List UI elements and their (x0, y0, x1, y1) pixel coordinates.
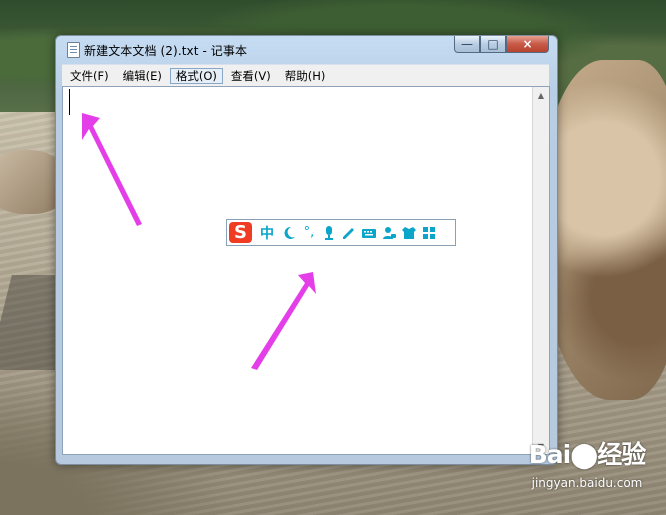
window-title: 新建文本文档 (2).txt - 记事本 (84, 44, 248, 58)
menu-view[interactable]: 查看(V) (225, 68, 277, 84)
watermark-logo: Bai⬤经验 (528, 440, 646, 469)
menu-help[interactable]: 帮助(H) (279, 68, 332, 84)
scroll-up-icon[interactable]: ▲ (533, 87, 549, 103)
moon-icon[interactable] (280, 224, 298, 242)
chinese-mode-button[interactable]: 中 (260, 223, 278, 243)
microphone-icon[interactable] (320, 224, 338, 242)
sogou-ime-toolbar[interactable]: S 中 °, (226, 219, 456, 246)
baidu-jingyan-watermark: Bai⬤经验 jingyan.baidu.com (512, 440, 662, 500)
vertical-scrollbar[interactable]: ▲ ▼ (532, 87, 549, 454)
close-button[interactable]: × (506, 36, 549, 53)
watermark-url: jingyan.baidu.com (531, 476, 643, 490)
notepad-icon[interactable] (67, 42, 80, 58)
menu-edit[interactable]: 编辑(E) (117, 68, 168, 84)
close-icon: × (522, 37, 533, 51)
title-bar[interactable]: 新建文本文档 (2).txt - 记事本 — □ × (56, 36, 557, 65)
minimize-icon: — (461, 37, 473, 51)
shirt-icon[interactable] (400, 224, 418, 242)
menu-bar: 文件(F) 编辑(E) 格式(O) 查看(V) 帮助(H) (62, 64, 549, 86)
window-controls: — □ × (454, 36, 549, 54)
grid-icon[interactable] (420, 224, 438, 242)
menu-format[interactable]: 格式(O) (169, 67, 223, 84)
text-caret (69, 89, 70, 115)
menu-file[interactable]: 文件(F) (64, 68, 115, 84)
maximize-button[interactable]: □ (480, 36, 506, 53)
sogou-logo-icon[interactable]: S (229, 222, 252, 243)
user-icon[interactable] (380, 224, 398, 242)
maximize-icon: □ (487, 37, 499, 51)
minimize-button[interactable]: — (454, 36, 480, 53)
notepad-window: 新建文本文档 (2).txt - 记事本 — □ × 文件(F) 编辑(E) 格… (55, 35, 558, 465)
punctuation-icon[interactable]: °, (300, 224, 318, 242)
text-editor[interactable]: ▲ ▼ (62, 86, 550, 455)
pencil-icon[interactable] (340, 224, 358, 242)
keyboard-icon[interactable] (360, 224, 378, 242)
